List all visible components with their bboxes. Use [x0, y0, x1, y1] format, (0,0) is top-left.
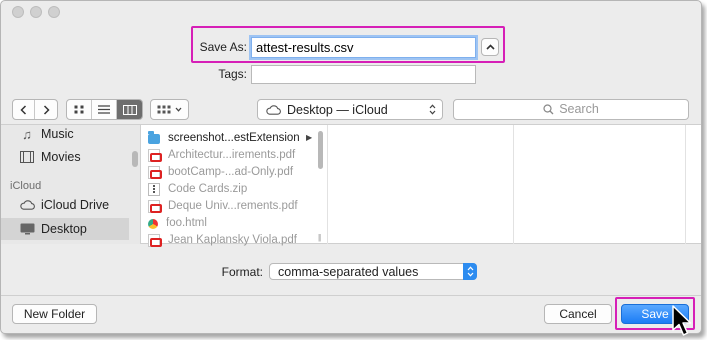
file-item[interactable]: Deque Univ...rements.pdf [148, 198, 298, 214]
sidebar-item-label: iCloud Drive [41, 198, 110, 212]
file-name: Code Cards.zip [168, 183, 248, 195]
disclosure-arrow-icon: ▶ [306, 133, 313, 142]
list-icon [98, 105, 110, 114]
file-name: Architectur...irements.pdf [168, 149, 296, 161]
sidebar-item-music[interactable]: ♫ Music [1, 123, 129, 145]
up-down-chevrons-icon [463, 263, 477, 280]
save-as-label: Save As: [199, 40, 247, 54]
bottom-divider [1, 295, 701, 296]
search-icon [543, 104, 554, 115]
file-item-folder[interactable]: screenshot...estExtension [148, 130, 300, 146]
save-as-field[interactable]: attest-results.csv [251, 37, 476, 58]
file-item[interactable]: Code Cards.zip [148, 181, 247, 197]
cloud-icon [19, 198, 35, 212]
sidebar-item-desktop[interactable]: Desktop [1, 218, 129, 240]
list-view-button[interactable] [92, 100, 117, 119]
file-item[interactable]: Architectur...irements.pdf [148, 147, 295, 163]
sidebar-scrollbar[interactable] [132, 151, 138, 167]
folder-icon [148, 131, 160, 144]
desktop-icon [19, 222, 35, 236]
file-name: bootCamp-...ad-Only.pdf [168, 166, 294, 178]
tags-label: Tags: [218, 67, 247, 81]
chevron-down-icon [175, 107, 182, 112]
sidebar-item-label: Desktop [41, 222, 87, 236]
pdf-icon [148, 148, 162, 162]
location-popup[interactable]: Desktop — iCloud [257, 99, 443, 120]
column-view-button[interactable] [117, 100, 142, 119]
minimize-window-button[interactable] [30, 6, 42, 18]
window-controls [12, 6, 60, 18]
chevron-right-icon [43, 104, 50, 115]
file-name: foo.html [166, 217, 207, 229]
chevron-up-icon [485, 44, 495, 50]
zoom-window-button[interactable] [48, 6, 60, 18]
file-browser: ♫ Music Movies iCloud iCloud Drive Deskt… [1, 125, 701, 247]
icon-view-button[interactable] [67, 100, 92, 119]
columns-icon [122, 104, 137, 115]
chevron-left-icon [20, 104, 27, 115]
gallery-grid-icon [157, 105, 171, 114]
new-folder-button[interactable]: New Folder [12, 304, 97, 324]
up-down-chevrons-icon [429, 104, 436, 115]
empty-column [686, 125, 701, 244]
format-value: comma-separated values [278, 264, 419, 279]
back-button[interactable] [13, 100, 35, 119]
file-name: Deque Univ...rements.pdf [168, 200, 298, 212]
group-by-button[interactable] [150, 99, 189, 120]
view-mode-selector [66, 99, 143, 120]
save-dialog: Save As: attest-results.csv Tags: Deskto… [0, 0, 702, 334]
sidebar-item-movies[interactable]: Movies [1, 146, 129, 168]
mouse-pointer-icon [672, 305, 692, 336]
format-popup[interactable]: comma-separated values [269, 263, 477, 280]
forward-button[interactable] [35, 100, 57, 119]
sidebar-item-label: Music [41, 127, 74, 141]
cloud-icon [266, 104, 281, 115]
format-label: Format: [221, 265, 263, 279]
close-window-button[interactable] [12, 6, 24, 18]
file-item[interactable]: bootCamp-...ad-Only.pdf [148, 164, 293, 180]
column-resize-grip[interactable]: || [318, 233, 321, 242]
sidebar-item-icloud-drive[interactable]: iCloud Drive [1, 194, 129, 216]
sidebar-section-icloud: iCloud [10, 180, 42, 192]
pdf-icon [148, 199, 162, 213]
back-forward-buttons [12, 99, 58, 120]
expand-dialog-button[interactable] [481, 38, 499, 56]
search-placeholder: Search [559, 102, 599, 116]
search-field[interactable]: Search [453, 99, 689, 120]
sidebar: ♫ Music Movies iCloud iCloud Drive Deskt… [1, 125, 141, 244]
html-file-icon [148, 218, 158, 229]
music-note-icon: ♫ [22, 126, 32, 142]
film-icon [19, 150, 35, 164]
location-label: Desktop — iCloud [287, 102, 388, 117]
cancel-button[interactable]: Cancel [544, 304, 612, 324]
file-column-scrollbar[interactable] [318, 131, 323, 169]
pdf-icon [148, 165, 162, 179]
format-area: Format: comma-separated values [1, 245, 701, 295]
zip-icon [148, 182, 160, 196]
file-column: screenshot...estExtension Architectur...… [142, 125, 328, 247]
preview-column [328, 125, 514, 244]
grid-icon [74, 105, 83, 114]
file-item[interactable]: foo.html [148, 215, 207, 231]
sidebar-item-label: Movies [41, 150, 81, 164]
file-name: screenshot...estExtension [168, 132, 300, 144]
tags-field[interactable] [251, 65, 476, 84]
empty-column [514, 125, 686, 244]
